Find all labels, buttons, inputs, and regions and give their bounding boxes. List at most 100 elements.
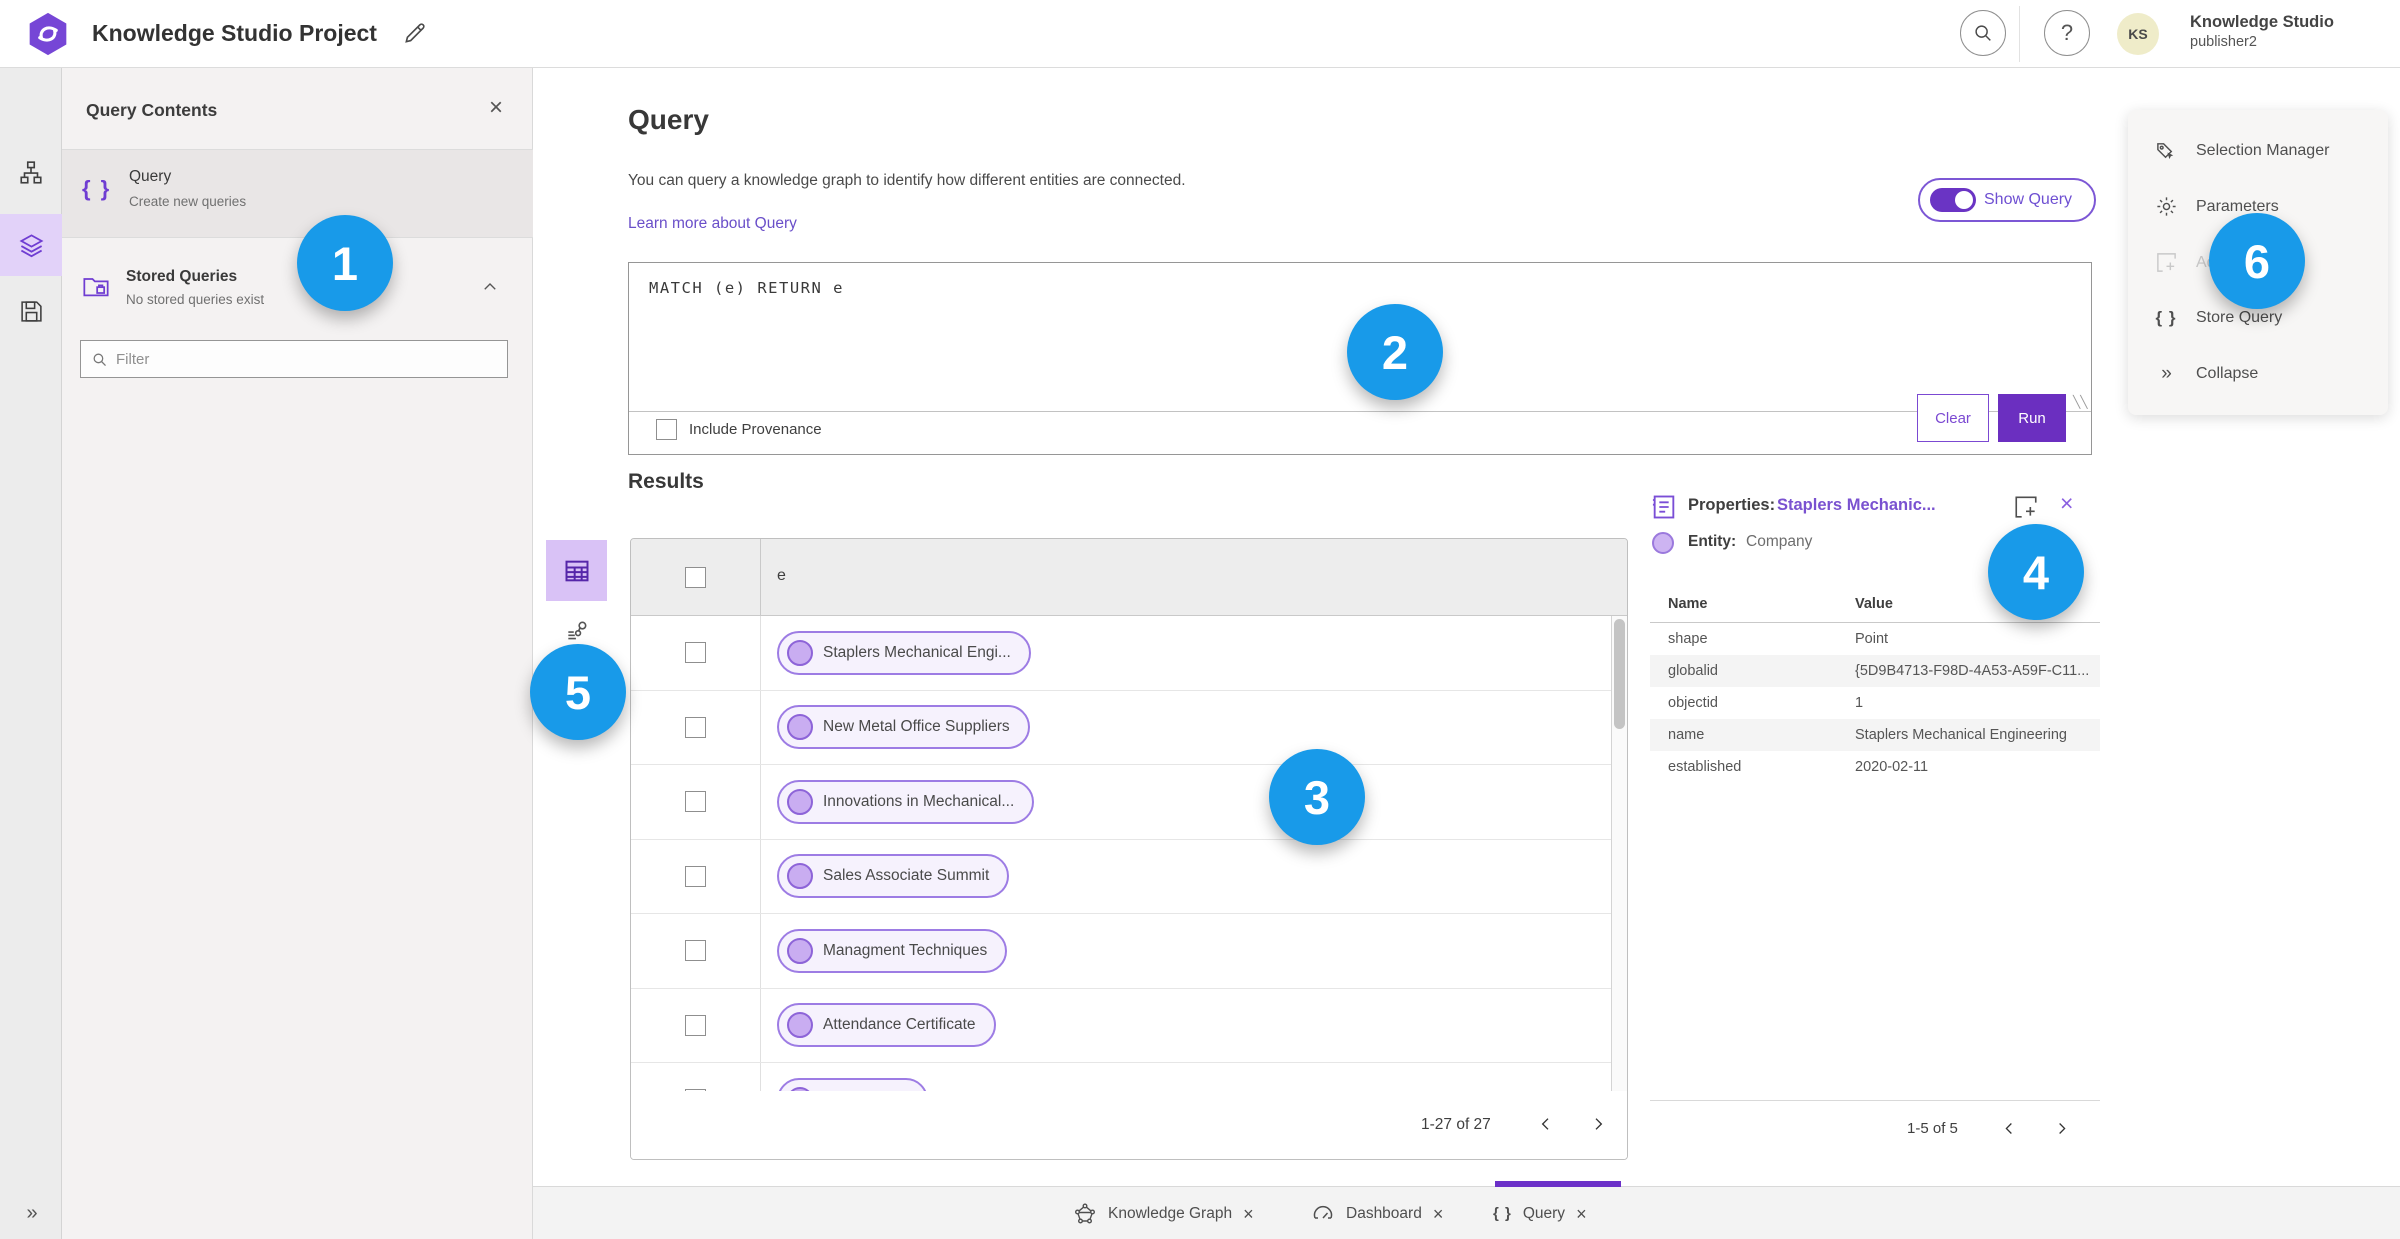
resize-grip-icon[interactable]: ╱╱ bbox=[2073, 395, 2087, 409]
save-icon bbox=[19, 299, 44, 324]
step-badge-5: 5 bbox=[530, 644, 626, 740]
layers-rail-button-active[interactable] bbox=[0, 214, 62, 276]
gear-icon bbox=[2154, 195, 2178, 218]
dashboard-gauge-icon bbox=[1311, 1202, 1335, 1226]
learn-more-link[interactable]: Learn more about Query bbox=[628, 215, 797, 233]
property-row[interactable]: shape Point bbox=[1650, 623, 2100, 655]
properties-entity-link[interactable]: Staplers Mechanic... bbox=[1777, 496, 1936, 515]
save-rail-button[interactable] bbox=[0, 280, 62, 342]
results-pagination-label: 1-27 of 27 bbox=[1421, 1116, 1491, 1133]
menu-item-selection-manager[interactable]: Selection Manager bbox=[2128, 126, 2388, 176]
properties-label: Properties: bbox=[1688, 496, 1776, 514]
run-button[interactable]: Run bbox=[1998, 394, 2066, 442]
entity-dot-icon bbox=[787, 639, 813, 666]
panel-title: Query Contents bbox=[86, 100, 218, 120]
entity-pill[interactable]: Innovations in Mechanical... bbox=[777, 779, 1035, 824]
user-avatar[interactable]: KS bbox=[2117, 13, 2159, 55]
close-tab-icon[interactable]: × bbox=[1243, 1205, 1254, 1223]
table-row[interactable]: Innovations in Mechanical... bbox=[631, 765, 1627, 840]
column-header-e: e bbox=[777, 567, 786, 584]
app-logo-icon[interactable] bbox=[26, 11, 70, 57]
row-checkbox[interactable] bbox=[685, 1014, 706, 1036]
table-view-button-active[interactable] bbox=[546, 540, 607, 601]
braces-icon: { } bbox=[2155, 308, 2177, 328]
add-to-selection-icon[interactable] bbox=[2013, 494, 2039, 520]
entity-pill[interactable]: Staplers Mechanical Engi... bbox=[777, 630, 1031, 675]
properties-pagination: 1-5 of 5 bbox=[1650, 1100, 2100, 1158]
collapse-section-icon[interactable] bbox=[481, 278, 499, 296]
include-provenance-checkbox[interactable] bbox=[656, 419, 677, 440]
entity-pill[interactable]: Sales Associate Summit bbox=[777, 854, 1010, 899]
knowledge-graph-icon bbox=[1073, 1202, 1097, 1226]
property-row[interactable]: objectid 1 bbox=[1650, 687, 2100, 719]
results-next-page-icon[interactable] bbox=[1583, 1109, 1613, 1139]
query-item-subtitle: Create new queries bbox=[129, 194, 247, 209]
query-text: MATCH (e) RETURN e bbox=[649, 279, 844, 297]
query-item-title: Query bbox=[129, 168, 172, 185]
entity-pill[interactable]: Managment Techniques bbox=[777, 928, 1008, 973]
results-table: e Staplers Mechanical Engi... New Metal … bbox=[630, 538, 1628, 1160]
row-checkbox[interactable] bbox=[685, 791, 706, 813]
properties-close-icon[interactable]: × bbox=[2060, 492, 2073, 515]
results-table-body: Staplers Mechanical Engi... New Metal Of… bbox=[631, 616, 1627, 1093]
results-title: Results bbox=[628, 470, 704, 493]
close-tab-icon[interactable]: × bbox=[1576, 1205, 1587, 1223]
braces-icon: { } bbox=[82, 176, 112, 201]
scrollbar-thumb[interactable] bbox=[1614, 619, 1625, 729]
user-info[interactable]: Knowledge Studio publisher2 bbox=[2190, 12, 2334, 51]
table-row[interactable]: Firebird Title bbox=[631, 1063, 1627, 1093]
results-table-header: e bbox=[631, 539, 1627, 616]
row-checkbox[interactable] bbox=[685, 642, 706, 664]
user-name: Knowledge Studio bbox=[2190, 13, 2334, 31]
property-row[interactable]: name Staplers Mechanical Engineering bbox=[1650, 719, 2100, 751]
results-prev-page-icon[interactable] bbox=[1531, 1109, 1561, 1139]
col-name: Name bbox=[1668, 596, 1708, 612]
table-row[interactable]: New Metal Office Suppliers bbox=[631, 690, 1627, 765]
show-query-label: Show Query bbox=[1984, 191, 2073, 208]
query-contents-panel: Query Contents × { } Query Create new qu… bbox=[62, 68, 533, 1239]
close-tab-icon[interactable]: × bbox=[1433, 1205, 1444, 1223]
link-chart-view-button[interactable] bbox=[560, 614, 594, 648]
table-row[interactable]: Staplers Mechanical Engi... bbox=[631, 616, 1627, 691]
entity-pill[interactable]: Attendance Certificate bbox=[777, 1003, 996, 1048]
tab-query-active[interactable]: { } Query × bbox=[1493, 1187, 1587, 1239]
clear-button[interactable]: Clear bbox=[1917, 394, 1989, 442]
panel-close-icon[interactable]: × bbox=[489, 96, 503, 120]
help-button[interactable]: ? bbox=[2044, 10, 2090, 56]
entity-dot-icon bbox=[787, 863, 813, 890]
results-scrollbar[interactable] bbox=[1611, 616, 1627, 1093]
table-icon bbox=[563, 557, 591, 585]
tab-dashboard[interactable]: Dashboard × bbox=[1311, 1187, 1443, 1239]
row-checkbox[interactable] bbox=[685, 940, 706, 962]
properties-next-page-icon[interactable] bbox=[2046, 1113, 2076, 1143]
hierarchy-rail-button[interactable] bbox=[0, 142, 62, 204]
table-row[interactable]: Managment Techniques bbox=[631, 914, 1627, 989]
include-provenance-label: Include Provenance bbox=[689, 421, 822, 438]
select-all-checkbox[interactable] bbox=[685, 567, 706, 588]
property-row[interactable]: globalid {5D9B4713-F98D-4A53-A59F-C11... bbox=[1650, 655, 2100, 687]
left-icon-rail: » bbox=[0, 68, 62, 1239]
add-frame-icon bbox=[2154, 251, 2178, 274]
properties-table: Name Value shape Point globalid {5D9B471… bbox=[1650, 596, 2100, 783]
menu-item-collapse[interactable]: » Collapse bbox=[2128, 349, 2388, 399]
expand-rail-icon[interactable]: » bbox=[0, 1202, 62, 1225]
panel-item-query[interactable]: { } Query Create new queries bbox=[62, 150, 533, 238]
stored-queries-folder-icon bbox=[82, 272, 110, 300]
properties-pagination-label: 1-5 of 5 bbox=[1907, 1120, 1958, 1137]
table-row[interactable]: Sales Associate Summit bbox=[631, 839, 1627, 914]
hierarchy-icon bbox=[18, 160, 44, 186]
table-row[interactable]: Attendance Certificate bbox=[631, 988, 1627, 1063]
property-row[interactable]: established 2020-02-11 bbox=[1650, 751, 2100, 783]
row-checkbox[interactable] bbox=[685, 865, 706, 887]
tab-knowledge-graph[interactable]: Knowledge Graph × bbox=[1073, 1187, 1254, 1239]
selection-manager-icon bbox=[2154, 140, 2178, 163]
entity-dot-icon bbox=[787, 937, 813, 964]
show-query-toggle[interactable]: Show Query bbox=[1918, 178, 2096, 222]
entity-pill[interactable]: New Metal Office Suppliers bbox=[777, 705, 1030, 750]
project-title: Knowledge Studio Project bbox=[92, 20, 377, 46]
properties-prev-page-icon[interactable] bbox=[1994, 1113, 2024, 1143]
row-checkbox[interactable] bbox=[685, 716, 706, 738]
filter-input[interactable] bbox=[116, 350, 497, 368]
search-button[interactable] bbox=[1960, 10, 2006, 56]
edit-title-icon[interactable] bbox=[402, 20, 428, 46]
